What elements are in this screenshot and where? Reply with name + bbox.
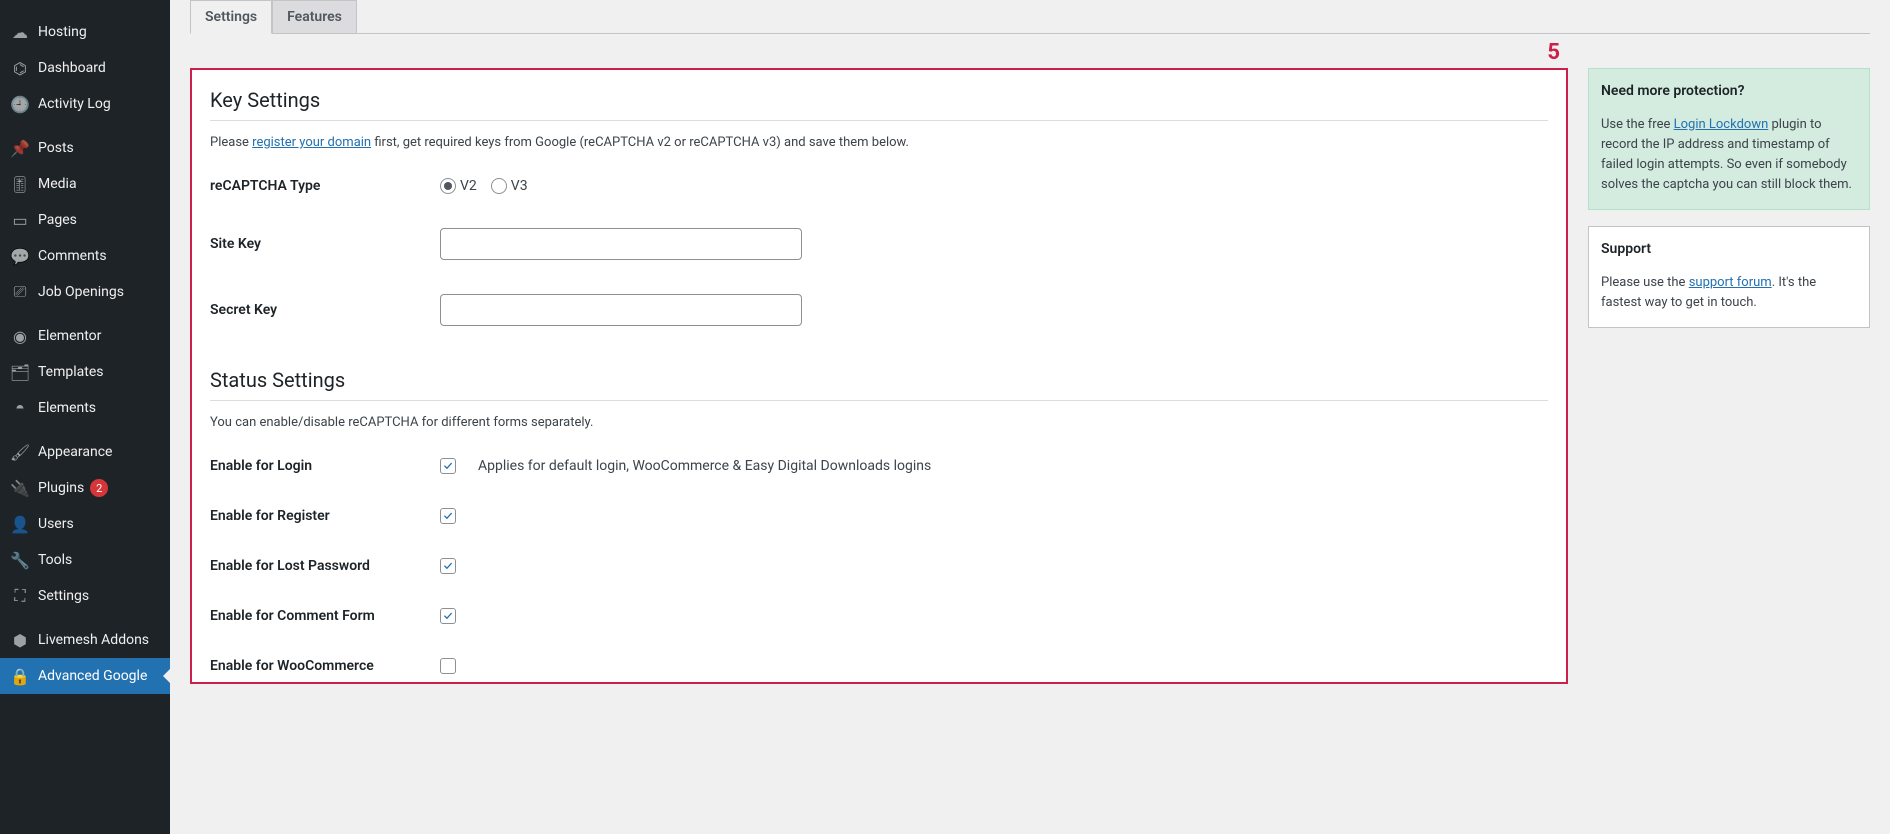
sidebar-item-label: Tools	[38, 552, 72, 568]
sidebar-item-tools[interactable]: 🔧 Tools	[0, 542, 170, 578]
enable-checkbox[interactable]	[440, 608, 456, 624]
sidebar-item-elementor[interactable]: ◉ Elementor	[0, 318, 170, 354]
page-icon: ▭	[10, 210, 30, 230]
dashboard-icon: ⌬	[10, 58, 30, 78]
recaptcha-type-label: reCAPTCHA Type	[210, 178, 440, 194]
status-row: Enable for WooCommerce	[210, 658, 1548, 674]
recaptcha-type-v3[interactable]: V3	[491, 178, 528, 194]
enable-checkbox[interactable]	[440, 508, 456, 524]
sidebar-item-templates[interactable]: 🗂 Templates	[0, 354, 170, 390]
lock-icon: 🔒	[10, 666, 30, 686]
login-lockdown-link[interactable]: Login Lockdown	[1674, 117, 1769, 132]
clock-icon: 🕘	[10, 94, 30, 114]
secret-key-input[interactable]	[440, 294, 802, 326]
sidebar-item-dashboard[interactable]: ⌬ Dashboard	[0, 50, 170, 86]
sidebar-item-label: Job Openings	[38, 284, 124, 300]
status-row: Enable for Login Applies for default logi…	[210, 458, 1548, 474]
elementor-icon: ◉	[10, 326, 30, 346]
register-domain-link[interactable]: register your domain	[252, 135, 371, 150]
sidebar-item-label: Templates	[38, 364, 104, 380]
sidebar-item-comments[interactable]: 💬 Comments	[0, 238, 170, 274]
status-row: Enable for Register	[210, 508, 1548, 524]
enable-checkbox[interactable]	[440, 658, 456, 674]
sidebar-item-label: Advanced Google	[38, 668, 147, 684]
sidebar-item-hosting[interactable]: ☁ Hosting	[0, 14, 170, 50]
radio-icon	[440, 178, 456, 194]
support-title: Support	[1601, 239, 1857, 261]
sidebar-item-label: Elements	[38, 400, 96, 416]
update-badge: 2	[90, 479, 108, 497]
cloud-icon: ☁	[10, 22, 30, 42]
sidebar-item-label: Activity Log	[38, 96, 111, 112]
sidebar-item-livemesh-addons[interactable]: ⬢ Livemesh Addons	[0, 622, 170, 658]
sidebar-item-label: Plugins	[38, 480, 84, 496]
sidebar-item-label: Pages	[38, 212, 77, 228]
support-box: Support Please use the support forum. It…	[1588, 226, 1870, 328]
sidebar-item-plugins[interactable]: 🔌 Plugins 2	[0, 470, 170, 506]
enable-checkbox[interactable]	[440, 458, 456, 474]
sidebar-item-users[interactable]: 👤 Users	[0, 506, 170, 542]
site-key-input[interactable]	[440, 228, 802, 260]
sidebar-item-label: Elementor	[38, 328, 101, 344]
sidebar-item-label: Settings	[38, 588, 89, 604]
sidebar-right: Need more protection? Use the free Login…	[1588, 68, 1870, 684]
radio-icon	[491, 178, 507, 194]
sidebar-item-label: Users	[38, 516, 74, 532]
status-row: Enable for Comment Form	[210, 608, 1548, 624]
site-key-label: Site Key	[210, 236, 440, 252]
sidebar-item-label: Livemesh Addons	[38, 632, 149, 648]
sliders-icon: ⛶	[10, 586, 30, 606]
sidebar-item-label: Hosting	[38, 24, 87, 40]
tab-features[interactable]: Features	[272, 0, 357, 34]
briefcase-icon: ⎚	[10, 282, 30, 302]
status-row-label: Enable for WooCommerce	[210, 658, 440, 674]
sidebar-item-appearance[interactable]: 🖌 Appearance	[0, 434, 170, 470]
settings-panel: 5 Key Settings Please register your doma…	[190, 68, 1568, 684]
status-settings-desc: You can enable/disable reCAPTCHA for dif…	[210, 415, 1548, 430]
status-row: Enable for Lost Password	[210, 558, 1548, 574]
sidebar-item-pages[interactable]: ▭ Pages	[0, 202, 170, 238]
tabs: Settings Features	[190, 0, 1870, 34]
main-content: Settings Features 5 Key Settings Please …	[170, 0, 1890, 834]
media-icon: 🎚	[10, 174, 30, 194]
wrench-icon: 🔧	[10, 550, 30, 570]
checkbox-note: Applies for default login, WooCommerce &…	[478, 458, 931, 474]
pin-icon: 📌	[10, 138, 30, 158]
support-forum-link[interactable]: support forum	[1689, 275, 1772, 290]
sidebar-item-label: Dashboard	[38, 60, 106, 76]
sidebar-item-elements[interactable]: ◓ Elements	[0, 390, 170, 426]
sidebar-item-posts[interactable]: 📌 Posts	[0, 130, 170, 166]
admin-sidebar: ☁ Hosting ⌬ Dashboard 🕘 Activity Log 📌 Posts 🎚 Me…	[0, 0, 170, 834]
sidebar-item-label: Posts	[38, 140, 74, 156]
enable-checkbox[interactable]	[440, 558, 456, 574]
key-settings-desc: Please register your domain first, get r…	[210, 135, 1548, 150]
elements-icon: ◓	[10, 398, 30, 418]
need-protection-title: Need more protection?	[1601, 81, 1857, 103]
folder-icon: 🗂	[10, 362, 30, 382]
status-row-label: Enable for Lost Password	[210, 558, 440, 574]
status-row-label: Enable for Comment Form	[210, 608, 440, 624]
sidebar-item-settings[interactable]: ⛶ Settings	[0, 578, 170, 614]
user-icon: 👤	[10, 514, 30, 534]
key-settings-title: Key Settings	[210, 88, 1548, 120]
secret-key-label: Secret Key	[210, 302, 440, 318]
sidebar-item-label: Comments	[38, 248, 107, 264]
sidebar-item-job-openings[interactable]: ⎚ Job Openings	[0, 274, 170, 310]
step-number: 5	[1547, 40, 1560, 65]
sidebar-item-media[interactable]: 🎚 Media	[0, 166, 170, 202]
need-protection-box: Need more protection? Use the free Login…	[1588, 68, 1870, 210]
tab-settings[interactable]: Settings	[190, 0, 272, 34]
sidebar-item-label: Media	[38, 176, 77, 192]
status-settings-title: Status Settings	[210, 368, 1548, 400]
recaptcha-type-v2[interactable]: V2	[440, 178, 477, 194]
cube-icon: ⬢	[10, 630, 30, 650]
sidebar-item-label: Appearance	[38, 444, 112, 460]
plug-icon: 🔌	[10, 478, 30, 498]
status-row-label: Enable for Register	[210, 508, 440, 524]
comment-icon: 💬	[10, 246, 30, 266]
brush-icon: 🖌	[10, 442, 30, 462]
status-row-label: Enable for Login	[210, 458, 440, 474]
sidebar-item-advanced-google[interactable]: 🔒 Advanced Google	[0, 658, 170, 694]
sidebar-item-activity-log[interactable]: 🕘 Activity Log	[0, 86, 170, 122]
